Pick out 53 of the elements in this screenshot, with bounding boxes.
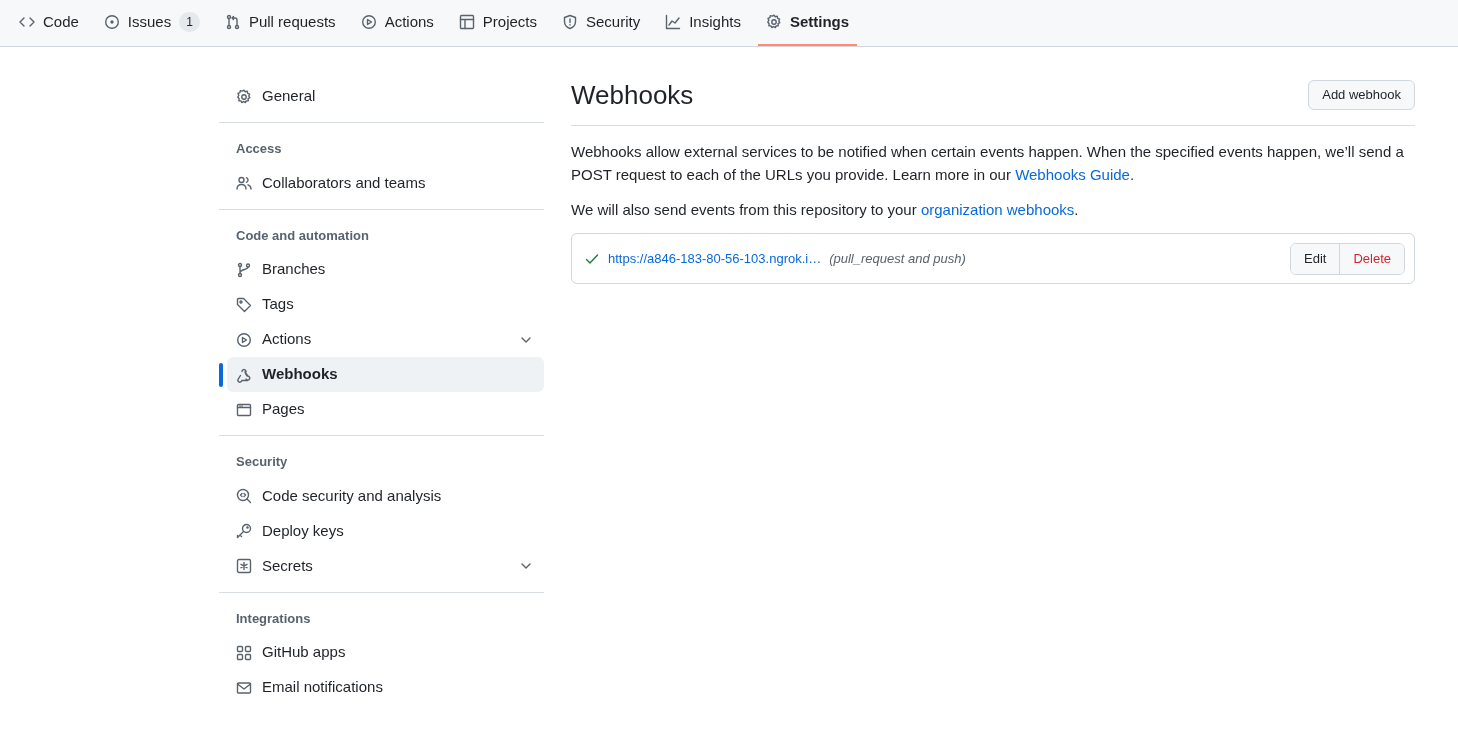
issue-count: 1: [179, 12, 200, 32]
sidebar-item[interactable]: Collaborators and teams: [227, 165, 544, 201]
section-heading: Access: [235, 140, 283, 158]
nav-tab[interactable]: Issues 1: [95, 0, 208, 46]
tag-icon: [236, 296, 252, 313]
envelope-icon: [236, 679, 252, 696]
sidebar-item[interactable]: Actions: [227, 322, 544, 357]
code-search-icon: [236, 488, 252, 504]
delete-button[interactable]: Delete: [1340, 243, 1404, 274]
settings-icon: [236, 88, 252, 105]
pull-request-icon: [224, 14, 241, 30]
shield-icon: [562, 14, 578, 30]
play-circle-icon: [360, 14, 377, 30]
section-heading: Integrations: [235, 609, 312, 628]
section-heading: Security: [235, 453, 289, 471]
nav-tab[interactable]: Insights: [657, 0, 749, 46]
nav-tab[interactable]: Security: [554, 0, 649, 46]
table-icon: [458, 14, 475, 30]
sidebar-item[interactable]: Webhooks: [227, 357, 544, 392]
sidebar-item[interactable]: Pages: [227, 392, 544, 427]
webhook-events: (pull_request and push): [829, 249, 966, 268]
edit-button[interactable]: Edit: [1291, 243, 1341, 274]
circle-dot-icon: [103, 14, 120, 30]
active-indicator: [219, 363, 223, 387]
sidebar-item[interactable]: Email notifications: [227, 670, 544, 705]
webhook-url[interactable]: https://a846-183-80-56-103.ngrok.i…: [608, 248, 822, 269]
browser-window-icon: [236, 401, 252, 418]
branch-icon: [236, 261, 252, 278]
nav-tab[interactable]: Actions: [352, 0, 442, 46]
nav-tab[interactable]: Code: [11, 0, 87, 46]
sidebar-item[interactable]: Code security and analysis: [227, 478, 544, 514]
nav-tab[interactable]: Pull requests: [216, 0, 344, 46]
sidebar-item[interactable]: Branches: [227, 252, 544, 287]
play-circle-icon: [236, 331, 252, 348]
nav-tab[interactable]: Projects: [450, 0, 545, 46]
sidebar-item[interactable]: General: [227, 79, 544, 114]
note-text: We will also send events from this repository to your organization webhooks.: [571, 200, 1080, 220]
section-heading: Code and automation: [235, 226, 370, 245]
people-icon: [236, 175, 252, 191]
grid-icon: [236, 644, 252, 661]
link[interactable]: Webhooks Guide: [1015, 166, 1130, 183]
sidebar-item[interactable]: GitHub apps: [227, 635, 544, 670]
sidebar-item[interactable]: Deploy keys: [227, 513, 544, 549]
sidebar-item[interactable]: Tags: [227, 287, 544, 322]
page-title: Webhooks: [571, 79, 694, 111]
asterisk-box-icon: [236, 558, 252, 574]
sidebar-item[interactable]: Secrets: [227, 548, 544, 584]
add-webhook-button[interactable]: Add webhook: [1308, 80, 1415, 110]
nav-tab[interactable]: Settings: [757, 0, 858, 46]
line-graph-icon: [665, 14, 682, 30]
settings-icon: [765, 14, 782, 30]
description-text: Webhooks allow external services to be notified when certain events happen. When the specified events happen, we’ll send a POST request to each of the URLs you provide. Learn more in our Webhooks Guide.: [571, 142, 1405, 185]
key-icon: [236, 523, 252, 539]
